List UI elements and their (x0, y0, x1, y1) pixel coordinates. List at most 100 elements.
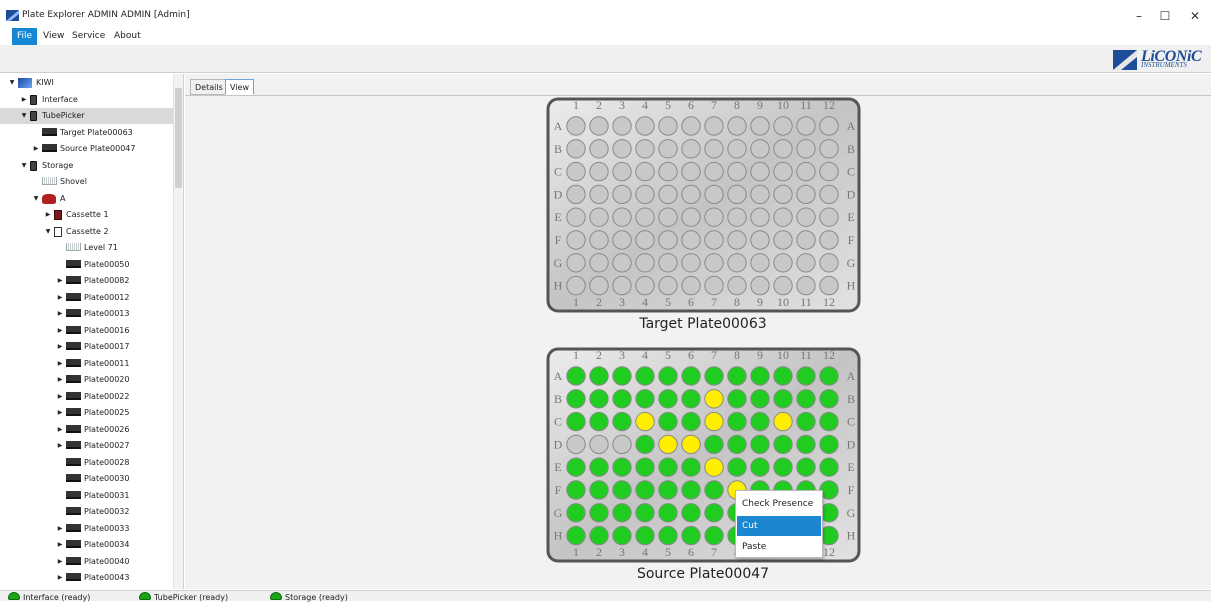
menu-paste[interactable]: Paste (737, 537, 821, 557)
well[interactable] (635, 116, 655, 136)
well[interactable] (704, 230, 724, 250)
tree-item[interactable]: ▼ KIWI (0, 75, 173, 91)
well[interactable] (750, 389, 770, 409)
well[interactable] (635, 480, 655, 500)
well[interactable] (704, 503, 724, 523)
tree-item[interactable]: ▶ Plate00027 (0, 438, 173, 454)
menu-about[interactable]: About (109, 28, 146, 45)
collapsed-arrow-icon[interactable]: ▶ (56, 389, 64, 405)
well[interactable] (704, 457, 724, 477)
well[interactable] (819, 457, 839, 477)
well[interactable] (727, 161, 747, 182)
well[interactable] (566, 161, 586, 182)
well[interactable] (819, 275, 839, 296)
well[interactable] (704, 275, 724, 296)
well[interactable] (773, 116, 793, 136)
well[interactable] (658, 253, 678, 273)
well[interactable] (819, 161, 839, 182)
collapsed-arrow-icon[interactable]: ▶ (56, 438, 64, 454)
well[interactable] (681, 207, 701, 227)
tree-item[interactable]: ▼ A (0, 191, 173, 207)
well[interactable] (796, 366, 816, 386)
well[interactable] (589, 161, 609, 182)
well[interactable] (727, 434, 747, 455)
well[interactable] (566, 253, 586, 273)
tree-item[interactable]: Plate00032 (0, 504, 173, 520)
well[interactable] (566, 184, 586, 205)
tree-item[interactable]: Plate00031 (0, 488, 173, 504)
well[interactable] (704, 139, 724, 159)
collapsed-arrow-icon[interactable]: ▶ (56, 405, 64, 421)
well[interactable] (773, 253, 793, 273)
well[interactable] (612, 389, 632, 409)
tree-item[interactable]: ▼ Storage (0, 158, 173, 174)
well[interactable] (750, 207, 770, 227)
well[interactable] (704, 480, 724, 500)
tree-item[interactable]: ▶ Source Plate00047 (0, 141, 173, 157)
well[interactable] (704, 525, 724, 546)
well[interactable] (819, 116, 839, 136)
well[interactable] (612, 230, 632, 250)
well[interactable] (658, 139, 678, 159)
well[interactable] (589, 253, 609, 273)
well[interactable] (796, 184, 816, 205)
well[interactable] (658, 434, 678, 455)
well[interactable] (819, 230, 839, 250)
collapsed-arrow-icon[interactable]: ▶ (56, 521, 64, 537)
well[interactable] (704, 389, 724, 409)
tree-item[interactable]: ▶ Plate00017 (0, 339, 173, 355)
well[interactable] (727, 116, 747, 136)
well[interactable] (773, 366, 793, 386)
well[interactable] (681, 230, 701, 250)
tab-details[interactable]: Details (190, 79, 228, 95)
well[interactable] (796, 457, 816, 477)
well[interactable] (750, 253, 770, 273)
well[interactable] (612, 366, 632, 386)
well[interactable] (658, 457, 678, 477)
tree-item[interactable]: ▶ Interface (0, 92, 173, 108)
well[interactable] (566, 207, 586, 227)
tree-item[interactable]: ▶ Plate00043 (0, 570, 173, 586)
well[interactable] (750, 275, 770, 296)
well[interactable] (658, 161, 678, 182)
well[interactable] (750, 457, 770, 477)
well[interactable] (681, 116, 701, 136)
well[interactable] (704, 116, 724, 136)
collapsed-arrow-icon[interactable]: ▶ (56, 323, 64, 339)
well[interactable] (750, 139, 770, 159)
well[interactable] (727, 366, 747, 386)
well[interactable] (658, 411, 678, 432)
collapsed-arrow-icon[interactable]: ▶ (56, 422, 64, 438)
tree-scrollbar-thumb[interactable] (175, 88, 182, 188)
device-tree[interactable]: ▼ KIWI ▶ Interface ▼ TubePicker Target Plate00… (0, 74, 184, 589)
well[interactable] (612, 434, 632, 455)
well[interactable] (819, 207, 839, 227)
well[interactable] (704, 434, 724, 455)
well[interactable] (566, 457, 586, 477)
expanded-arrow-icon[interactable]: ▼ (20, 108, 28, 124)
well[interactable] (658, 389, 678, 409)
tab-view[interactable]: View (225, 79, 254, 95)
tree-item[interactable]: Plate00030 (0, 471, 173, 487)
menu-check-presence[interactable]: Check Presence (737, 494, 821, 514)
well[interactable] (796, 275, 816, 296)
well[interactable] (589, 230, 609, 250)
maximize-button[interactable]: ☐ (1150, 8, 1180, 24)
well[interactable] (681, 275, 701, 296)
well[interactable] (681, 253, 701, 273)
well[interactable] (612, 411, 632, 432)
tree-item[interactable]: ▼ TubePicker (0, 108, 173, 124)
well[interactable] (612, 525, 632, 546)
well[interactable] (727, 207, 747, 227)
well[interactable] (796, 253, 816, 273)
collapsed-arrow-icon[interactable]: ▶ (20, 92, 28, 108)
well[interactable] (566, 389, 586, 409)
well[interactable] (750, 434, 770, 455)
well[interactable] (589, 207, 609, 227)
well[interactable] (819, 434, 839, 455)
well[interactable] (750, 411, 770, 432)
well[interactable] (704, 184, 724, 205)
well[interactable] (796, 411, 816, 432)
collapsed-arrow-icon[interactable]: ▶ (56, 537, 64, 553)
well[interactable] (704, 161, 724, 182)
